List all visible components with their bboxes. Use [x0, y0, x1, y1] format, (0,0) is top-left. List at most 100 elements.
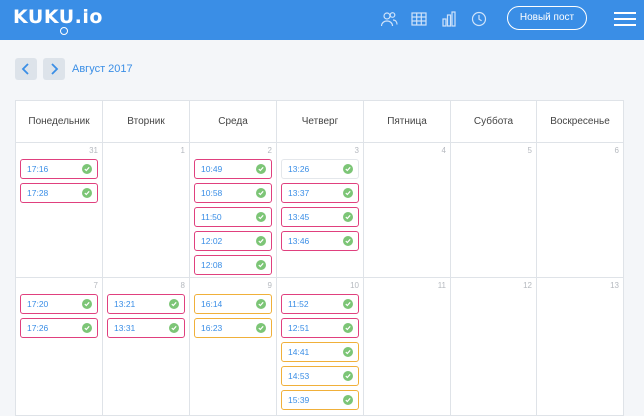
- scheduled-post[interactable]: 17:28: [20, 183, 98, 203]
- scheduled-post[interactable]: 13:31: [107, 318, 185, 338]
- check-icon: [343, 164, 353, 174]
- scheduled-post[interactable]: 11:50: [194, 207, 272, 227]
- post-time: 17:26: [27, 323, 49, 333]
- post-time: 12:08: [201, 260, 223, 270]
- day-cell[interactable]: 8 13:21 13:31: [103, 278, 190, 415]
- post-time: 12:02: [201, 236, 223, 246]
- chevron-left-icon: [21, 63, 29, 75]
- calendar-week: 31 17:16 17:28 1 2 10:49 10:58 11:50 12:02 12:08 3…: [16, 143, 623, 278]
- scheduled-post[interactable]: 17:26: [20, 318, 98, 338]
- day-cell[interactable]: 3 13:26 13:37 13:45 13:46: [277, 143, 364, 277]
- post-time: 10:58: [201, 188, 223, 198]
- scheduled-post[interactable]: 15:39: [281, 390, 359, 410]
- check-icon: [343, 212, 353, 222]
- post-time: 13:31: [114, 323, 136, 333]
- check-icon: [256, 260, 266, 270]
- check-icon: [256, 323, 266, 333]
- scheduled-post[interactable]: 12:02: [194, 231, 272, 251]
- post-time: 16:23: [201, 323, 223, 333]
- month-label: Август 2017: [72, 63, 133, 75]
- weekday-label: Понедельник: [16, 101, 103, 143]
- scheduled-post[interactable]: 12:51: [281, 318, 359, 338]
- scheduled-post[interactable]: 14:53: [281, 366, 359, 386]
- check-icon: [343, 299, 353, 309]
- top-bar: KUKU.io Новый пост: [0, 0, 644, 40]
- check-icon: [256, 188, 266, 198]
- post-time: 13:37: [288, 188, 310, 198]
- day-cell[interactable]: 10 11:52 12:51 14:41 14:53 15:39: [277, 278, 364, 415]
- check-icon: [343, 371, 353, 381]
- day-cell[interactable]: 2 10:49 10:58 11:50 12:02 12:08: [190, 143, 277, 277]
- bar-chart-icon[interactable]: [440, 10, 458, 28]
- check-icon: [343, 188, 353, 198]
- scheduled-post[interactable]: 10:49: [194, 159, 272, 179]
- day-number: 8: [180, 281, 185, 290]
- post-time: 17:28: [27, 188, 49, 198]
- day-number: 12: [523, 281, 532, 290]
- day-number: 31: [89, 146, 98, 155]
- day-number: 5: [527, 146, 532, 155]
- weekday-label: Четверг: [277, 101, 364, 143]
- scheduled-post[interactable]: 12:08: [194, 255, 272, 275]
- scheduled-post[interactable]: 13:46: [281, 231, 359, 251]
- scheduled-post[interactable]: 14:41: [281, 342, 359, 362]
- post-time: 17:20: [27, 299, 49, 309]
- post-time: 13:26: [288, 164, 310, 174]
- check-icon: [256, 212, 266, 222]
- weekday-label: Пятница: [364, 101, 451, 143]
- scheduled-post[interactable]: 10:58: [194, 183, 272, 203]
- weekday-label: Суббота: [451, 101, 537, 143]
- post-time: 13:21: [114, 299, 136, 309]
- day-cell[interactable]: 5: [451, 143, 537, 277]
- day-number: 13: [610, 281, 619, 290]
- weekday-label: Среда: [190, 101, 277, 143]
- day-cell[interactable]: 11: [364, 278, 451, 415]
- day-cell[interactable]: 12: [451, 278, 537, 415]
- users-icon[interactable]: [380, 10, 398, 28]
- day-cell[interactable]: 7 17:20 17:26: [16, 278, 103, 415]
- check-icon: [343, 323, 353, 333]
- check-icon: [169, 299, 179, 309]
- post-time: 13:46: [288, 236, 310, 246]
- check-icon: [343, 395, 353, 405]
- day-number: 1: [180, 146, 185, 155]
- check-icon: [256, 236, 266, 246]
- prev-month-button[interactable]: [15, 58, 37, 80]
- scheduled-post[interactable]: 17:20: [20, 294, 98, 314]
- scheduled-post[interactable]: 11:52: [281, 294, 359, 314]
- logo[interactable]: KUKU.io: [13, 6, 103, 28]
- post-time: 10:49: [201, 164, 223, 174]
- day-cell[interactable]: 6: [537, 143, 623, 277]
- clock-icon[interactable]: [470, 10, 488, 28]
- scheduled-post[interactable]: 13:37: [281, 183, 359, 203]
- weekday-label: Вторник: [103, 101, 190, 143]
- logo-mark-icon: [60, 27, 68, 35]
- weekday-label: Воскресенье: [550, 116, 610, 127]
- scheduled-post[interactable]: 16:14: [194, 294, 272, 314]
- menu-icon[interactable]: [614, 11, 636, 27]
- scheduled-post[interactable]: 13:21: [107, 294, 185, 314]
- scheduled-post[interactable]: 17:16: [20, 159, 98, 179]
- scheduled-post[interactable]: 13:45: [281, 207, 359, 227]
- new-post-button[interactable]: Новый пост: [507, 6, 587, 30]
- next-month-button[interactable]: [43, 58, 65, 80]
- day-number: 7: [93, 281, 98, 290]
- day-cell[interactable]: 1: [103, 143, 190, 277]
- day-cell[interactable]: 13: [537, 278, 623, 415]
- day-number: 2: [267, 146, 272, 155]
- day-cell[interactable]: 31 17:16 17:28: [16, 143, 103, 277]
- check-icon: [82, 188, 92, 198]
- scheduled-post[interactable]: 16:23: [194, 318, 272, 338]
- calendar-week: 7 17:20 17:26 8 13:21 13:31 9 16:14 16:23 10 11:52…: [16, 278, 623, 415]
- post-time: 14:53: [288, 371, 310, 381]
- post-time: 12:51: [288, 323, 310, 333]
- check-icon: [82, 299, 92, 309]
- table-icon[interactable]: [410, 10, 428, 28]
- chevron-right-icon: [51, 63, 59, 75]
- scheduled-post[interactable]: 13:26: [281, 159, 359, 179]
- day-cell[interactable]: 9 16:14 16:23: [190, 278, 277, 415]
- check-icon: [82, 323, 92, 333]
- post-time: 11:50: [201, 212, 222, 222]
- weekday-header: Понедельник Вторник Среда Четверг Пятниц…: [16, 101, 623, 143]
- day-cell[interactable]: 4: [364, 143, 451, 277]
